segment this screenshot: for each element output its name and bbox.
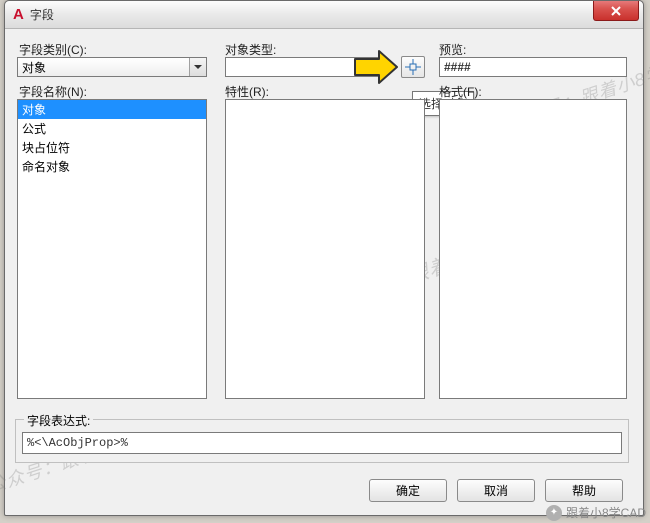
dialog-window: A 字段 公众号：跟着小8学CAD 公众号：跟着小8学CAD 公众号：跟着小8学… bbox=[4, 0, 644, 516]
field-names-label: 字段名称(N): bbox=[19, 83, 87, 100]
field-names-item[interactable]: 命名对象 bbox=[18, 157, 206, 176]
field-expression-value: %<\AcObjProp>% bbox=[27, 436, 128, 450]
window-title: 字段 bbox=[30, 6, 54, 23]
chevron-down-icon bbox=[189, 58, 206, 76]
object-type-label: 对象类型: bbox=[225, 41, 276, 58]
help-button[interactable]: 帮助 bbox=[545, 479, 623, 502]
footer-watermark-text: 跟着小8学CAD bbox=[566, 504, 646, 521]
properties-label: 特性(R): bbox=[225, 83, 269, 100]
cancel-button[interactable]: 取消 bbox=[457, 479, 535, 502]
app-icon: A bbox=[13, 6, 24, 23]
pick-object-icon bbox=[405, 59, 421, 75]
field-expression-group: 字段表达式: %<\AcObjProp>% bbox=[15, 419, 629, 463]
properties-listbox[interactable] bbox=[225, 99, 425, 399]
field-names-item[interactable]: 对象 bbox=[18, 100, 206, 119]
field-names-listbox[interactable]: 对象公式块占位符命名对象 bbox=[17, 99, 207, 399]
field-names-item[interactable]: 块占位符 bbox=[18, 138, 206, 157]
preview-label: 预览: bbox=[439, 41, 466, 58]
field-expression-box: %<\AcObjProp>% bbox=[22, 432, 622, 454]
preview-box: #### bbox=[439, 57, 627, 77]
format-label: 格式(F): bbox=[439, 83, 482, 100]
object-type-box bbox=[225, 57, 387, 77]
ok-button[interactable]: 确定 bbox=[369, 479, 447, 502]
preview-value: #### bbox=[444, 60, 471, 74]
close-button[interactable] bbox=[593, 1, 639, 21]
field-expression-label: 字段表达式: bbox=[24, 412, 93, 429]
format-listbox[interactable] bbox=[439, 99, 627, 399]
footer-watermark: ✦ 跟着小8学CAD bbox=[546, 504, 646, 521]
title-bar: A 字段 bbox=[5, 1, 643, 29]
field-category-label: 字段类别(C): bbox=[19, 41, 87, 58]
close-icon bbox=[611, 6, 621, 16]
field-category-combo[interactable]: 对象 bbox=[17, 57, 207, 77]
pick-object-button[interactable] bbox=[401, 56, 425, 78]
dialog-content: 公众号：跟着小8学CAD 公众号：跟着小8学CAD 公众号：跟着小8学CAD 字… bbox=[13, 37, 635, 507]
field-category-value: 对象 bbox=[22, 59, 46, 76]
wechat-icon: ✦ bbox=[546, 505, 562, 521]
field-names-item[interactable]: 公式 bbox=[18, 119, 206, 138]
